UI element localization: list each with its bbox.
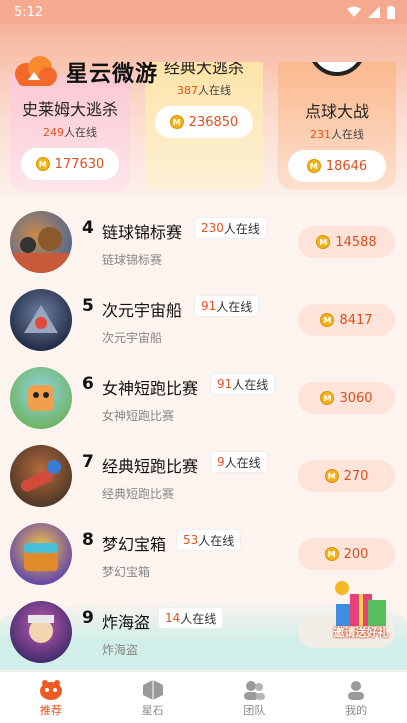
tab-label: 团队: [243, 704, 266, 717]
price-value: 3060: [339, 390, 373, 406]
game-subtitle: 次元宇宙船: [102, 331, 163, 345]
game-subtitle: 炸海盗: [102, 643, 139, 657]
online-count-badge: 9 人在线: [210, 451, 268, 473]
price-button[interactable]: M 8417: [298, 304, 395, 336]
game-subtitle: 经典短跑比赛: [102, 487, 175, 501]
game-thumbnail: [10, 523, 72, 585]
game-thumbnail: [10, 367, 72, 429]
game-thumbnail: [10, 211, 72, 273]
recommend-icon: [39, 680, 62, 700]
tab-profile[interactable]: 我的: [305, 672, 407, 723]
signal-icon: [368, 6, 380, 18]
price-button[interactable]: M 14588: [298, 226, 395, 258]
coin-icon: M: [324, 469, 339, 483]
featured-name: 经典大逃杀: [163, 62, 244, 77]
wifi-icon: [347, 6, 361, 17]
game-subtitle: 链球锦标赛: [102, 253, 163, 267]
coin-icon: M: [169, 115, 184, 129]
game-name: 链球锦标赛: [102, 223, 183, 242]
price-button[interactable]: M 270: [298, 460, 395, 492]
featured-price-pill[interactable]: M 177630: [21, 148, 119, 180]
price-value: 200: [343, 546, 369, 562]
game-subtitle: 女神短跑比赛: [102, 409, 175, 423]
team-icon: [244, 681, 266, 700]
game-rank: 4: [82, 218, 94, 238]
status-bar: 5:12: [0, 0, 407, 24]
tab-label: 星石: [141, 704, 164, 717]
featured-name: 点球大战: [304, 102, 369, 121]
list-item[interactable]: 7 经典短跑比赛 9 人在线 经典短跑比赛 M 270: [0, 444, 407, 522]
coin-icon: M: [316, 235, 331, 249]
coin-icon: M: [320, 313, 335, 327]
app-title: 星云微游: [66, 62, 159, 87]
online-count-badge: 91 人在线: [194, 295, 260, 317]
invite-gift-button[interactable]: 邀请送好礼: [326, 578, 396, 644]
list-item[interactable]: 5 次元宇宙船 91 人在线 次元宇宙船 M 8417: [0, 288, 407, 366]
game-name: 次元宇宙船: [102, 301, 183, 320]
status-time: 5:12: [14, 4, 44, 20]
featured-online: 387人在线: [177, 84, 231, 97]
brand: 星云微游: [12, 54, 158, 90]
game-name: 梦幻宝箱: [102, 535, 167, 554]
game-thumbnail: [10, 601, 72, 663]
featured-online: 249人在线: [43, 126, 97, 139]
online-count-badge: 14 人在线: [158, 607, 224, 629]
game-rank: 9: [82, 608, 94, 628]
featured-card-1[interactable]: 史莱姆大逃杀 249人在线 M 177630: [10, 74, 130, 192]
coin-icon: M: [35, 157, 50, 171]
soccer-ball-icon: [308, 62, 366, 76]
online-count-badge: 230 人在线: [194, 217, 267, 239]
tab-label: 推荐: [39, 704, 62, 717]
game-rank: 7: [82, 452, 94, 472]
game-name: 炸海盗: [102, 613, 151, 632]
status-icons: [347, 5, 395, 19]
featured-price-pill[interactable]: M 18646: [288, 150, 386, 182]
price-button[interactable]: M 3060: [298, 382, 395, 414]
featured-card-2[interactable]: 经典大逃杀 387人在线 M 236850: [145, 62, 263, 190]
list-item[interactable]: 6 女神短跑比赛 91 人在线 女神短跑比赛 M 3060: [0, 366, 407, 444]
star-stone-icon: [142, 680, 163, 700]
featured-card-3[interactable]: 点球大战 231人在线 M 18646: [278, 62, 396, 190]
game-name: 女神短跑比赛: [102, 379, 199, 398]
price-value: 270: [343, 468, 369, 484]
tab-label: 我的: [345, 704, 368, 717]
featured-online: 231人在线: [310, 128, 364, 141]
price-value: 14588: [335, 234, 377, 250]
price-button[interactable]: M 200: [298, 538, 395, 570]
featured-price-pill[interactable]: M 236850: [155, 106, 253, 138]
coin-icon: M: [306, 159, 321, 173]
cloud-logo-icon: [15, 56, 57, 86]
tab-star-stone[interactable]: 星石: [102, 672, 204, 723]
price-value: 8417: [339, 312, 373, 328]
game-rank: 8: [82, 530, 94, 550]
game-subtitle: 梦幻宝箱: [102, 565, 151, 579]
game-rank: 6: [82, 374, 94, 394]
bottom-tab-bar: 推荐 星石 团队 我的: [0, 671, 407, 723]
game-name: 经典短跑比赛: [102, 457, 199, 476]
profile-icon: [348, 681, 365, 700]
game-rank: 5: [82, 296, 94, 316]
featured-price: 18646: [325, 158, 368, 174]
tab-team[interactable]: 团队: [204, 672, 306, 723]
list-item[interactable]: 4 链球锦标赛 230 人在线 链球锦标赛 M 14588: [0, 210, 407, 288]
gift-label: 邀请送好礼: [333, 626, 389, 639]
game-thumbnail: [10, 289, 72, 351]
featured-name: 史莱姆大逃杀: [21, 100, 118, 119]
featured-price: 177630: [54, 156, 105, 172]
coin-icon: M: [320, 391, 335, 405]
featured-price: 236850: [188, 114, 239, 130]
tab-recommend[interactable]: 推荐: [0, 672, 102, 723]
online-count-badge: 53 人在线: [176, 529, 242, 551]
battery-icon: [387, 5, 395, 19]
online-count-badge: 91 人在线: [210, 373, 276, 395]
coin-icon: M: [324, 547, 339, 561]
game-thumbnail: [10, 445, 72, 507]
